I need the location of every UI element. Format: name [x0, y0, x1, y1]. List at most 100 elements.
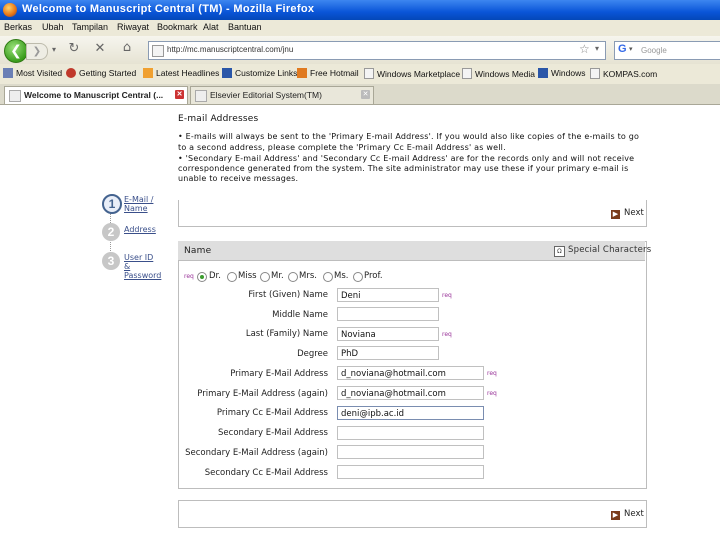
- menu-riwayat[interactable]: Riwayat: [117, 22, 149, 32]
- search-placeholder[interactable]: Google: [641, 46, 667, 55]
- tab-elsevier[interactable]: Elsevier Editorial System(TM) ✕: [190, 86, 374, 104]
- salutation-mr-label: Mr.: [271, 271, 284, 281]
- search-box[interactable]: G ▾ Google: [614, 41, 720, 60]
- google-icon[interactable]: G: [618, 43, 627, 55]
- secondary-email-input[interactable]: [337, 426, 484, 440]
- bookmark-getting-started[interactable]: Getting Started: [66, 68, 136, 78]
- rss-icon: [143, 68, 153, 78]
- degree-label: Degree: [297, 349, 328, 359]
- bookmark-windows[interactable]: Windows: [538, 68, 585, 78]
- next-button-bottom[interactable]: ▶ Next: [611, 509, 644, 520]
- primary-cc-email-input[interactable]: deni@ipb.ac.id: [337, 406, 484, 420]
- salutation-miss-label: Miss: [238, 271, 257, 281]
- bookmark-customize-links[interactable]: Customize Links: [222, 68, 297, 78]
- bookmark-latest-headlines[interactable]: Latest Headlines: [143, 68, 219, 78]
- next-arrow-icon: ▶: [611, 511, 620, 520]
- salutation-ms-radio[interactable]: [323, 272, 333, 282]
- page-favicon-icon: [152, 45, 164, 57]
- middle-name-input[interactable]: [337, 307, 439, 321]
- primary-email-label: Primary E-Mail Address: [230, 369, 328, 379]
- firefox-icon: [3, 3, 17, 17]
- special-characters-button[interactable]: Ω Special Characters: [554, 245, 651, 257]
- search-engine-dropdown-icon[interactable]: ▾: [629, 45, 633, 53]
- degree-input[interactable]: PhD: [337, 346, 439, 360]
- first-name-label: First (Given) Name: [248, 290, 328, 300]
- secondary-cc-email-input[interactable]: [337, 465, 484, 479]
- secondary-email-again-label: Secondary E-Mail Address (again): [185, 448, 328, 458]
- salutation-dr-radio[interactable]: [197, 272, 207, 282]
- email-note-line: unable to receive messages.: [178, 174, 299, 183]
- step-user-id-password-link[interactable]: User ID & Password: [124, 253, 161, 280]
- bookmarks-toolbar: Most Visited Getting Started Latest Head…: [0, 64, 720, 85]
- salutation-miss-radio[interactable]: [227, 272, 237, 282]
- last-name-label: Last (Family) Name: [245, 329, 328, 339]
- history-dropdown-icon[interactable]: ▾: [48, 42, 60, 58]
- middle-name-label: Middle Name: [272, 310, 328, 320]
- tab-label: Elsevier Editorial System(TM): [210, 90, 322, 100]
- last-name-input[interactable]: Noviana: [337, 327, 439, 341]
- primary-email-again-input[interactable]: d_noviana@hotmail.com: [337, 386, 484, 400]
- step-1-indicator: 1: [102, 194, 122, 214]
- email-addresses-heading: E-mail Addresses: [178, 114, 259, 124]
- required-marker: req: [487, 370, 497, 377]
- menu-ubah[interactable]: Ubah: [42, 22, 64, 32]
- salutation-mr-radio[interactable]: [260, 272, 270, 282]
- bookmark-kompas[interactable]: KOMPAS.com: [590, 68, 657, 79]
- bookmark-windows-media[interactable]: Windows Media: [462, 68, 535, 79]
- email-note-line: • E-mails will always be sent to the 'Pr…: [178, 132, 640, 141]
- salutation-prof-label: Prof.: [364, 271, 383, 281]
- menu-alat[interactable]: Alat: [203, 22, 219, 32]
- next-arrow-icon: ▶: [611, 210, 620, 219]
- url-dropdown-icon[interactable]: ▾: [595, 44, 599, 53]
- menu-tampilan[interactable]: Tampilan: [72, 22, 108, 32]
- page-icon: [364, 68, 374, 79]
- email-note-line: to a second address, please complete the…: [178, 143, 506, 152]
- back-button[interactable]: ❮: [4, 39, 28, 63]
- tab-manuscript-central[interactable]: Welcome to Manuscript Central (... ✕: [4, 86, 188, 104]
- salutation-mrs-radio[interactable]: [288, 272, 298, 282]
- name-panel-title: Name: [184, 246, 212, 256]
- step-3-indicator: 3: [102, 252, 120, 270]
- step-email-name-link[interactable]: E-Mail / Name: [124, 195, 153, 213]
- msn-icon: [538, 68, 548, 78]
- required-marker: req: [487, 390, 497, 397]
- primary-cc-email-label: Primary Cc E-Mail Address: [216, 408, 328, 418]
- home-icon[interactable]: ⌂: [118, 40, 136, 56]
- tab-favicon-icon: [195, 90, 207, 102]
- secondary-email-again-input[interactable]: [337, 445, 484, 459]
- bookmark-folder-icon: [3, 68, 13, 78]
- primary-email-again-label: Primary E-Mail Address (again): [197, 389, 328, 399]
- bookmark-free-hotmail[interactable]: Free Hotmail: [297, 68, 359, 78]
- primary-email-input[interactable]: d_noviana@hotmail.com: [337, 366, 484, 380]
- first-name-input[interactable]: Deni: [337, 288, 439, 302]
- menu-bookmark[interactable]: Bookmark: [157, 22, 198, 32]
- address-url[interactable]: http://mc.manuscriptcentral.com/jnu: [167, 45, 293, 54]
- reload-icon[interactable]: ↻: [66, 41, 82, 57]
- bookmark-windows-marketplace[interactable]: Windows Marketplace: [364, 68, 460, 79]
- bookmark-most-visited[interactable]: Most Visited: [3, 68, 62, 78]
- tab-bar: Welcome to Manuscript Central (... ✕ Els…: [0, 84, 720, 105]
- navigation-toolbar: ❮ ❯ ▾ ↻ ✕ ⌂ http://mc.manuscriptcentral.…: [0, 36, 720, 65]
- stop-icon[interactable]: ✕: [92, 41, 108, 57]
- close-tab-icon[interactable]: ✕: [175, 90, 184, 99]
- next-button-top[interactable]: ▶ Next: [611, 208, 644, 219]
- msn-icon: [222, 68, 232, 78]
- secondary-cc-email-label: Secondary Cc E-Mail Address: [204, 468, 328, 478]
- step-address-link[interactable]: Address: [124, 225, 156, 234]
- salutation-ms-label: Ms.: [334, 271, 349, 281]
- salutation-dr-label: Dr.: [209, 271, 221, 281]
- step-2-indicator: 2: [102, 223, 120, 241]
- secondary-email-label: Secondary E-Mail Address: [218, 428, 328, 438]
- close-tab-icon[interactable]: ✕: [361, 90, 370, 99]
- menu-berkas[interactable]: Berkas: [4, 22, 32, 32]
- email-note-line: • 'Secondary E-mail Address' and 'Second…: [178, 154, 635, 163]
- address-bar[interactable]: http://mc.manuscriptcentral.com/jnu ☆ ▾: [148, 41, 606, 60]
- bookmark-star-icon[interactable]: ☆: [579, 42, 590, 56]
- forward-button[interactable]: ❯: [26, 43, 48, 60]
- menu-bantuan[interactable]: Bantuan: [228, 22, 262, 32]
- firefox-bookmark-icon: [66, 68, 76, 78]
- special-characters-icon: Ω: [554, 246, 565, 257]
- window-titlebar: Welcome to Manuscript Central (TM) - Moz…: [0, 0, 720, 20]
- salutation-prof-radio[interactable]: [353, 272, 363, 282]
- top-nav-panel: ▶ Next: [178, 200, 647, 227]
